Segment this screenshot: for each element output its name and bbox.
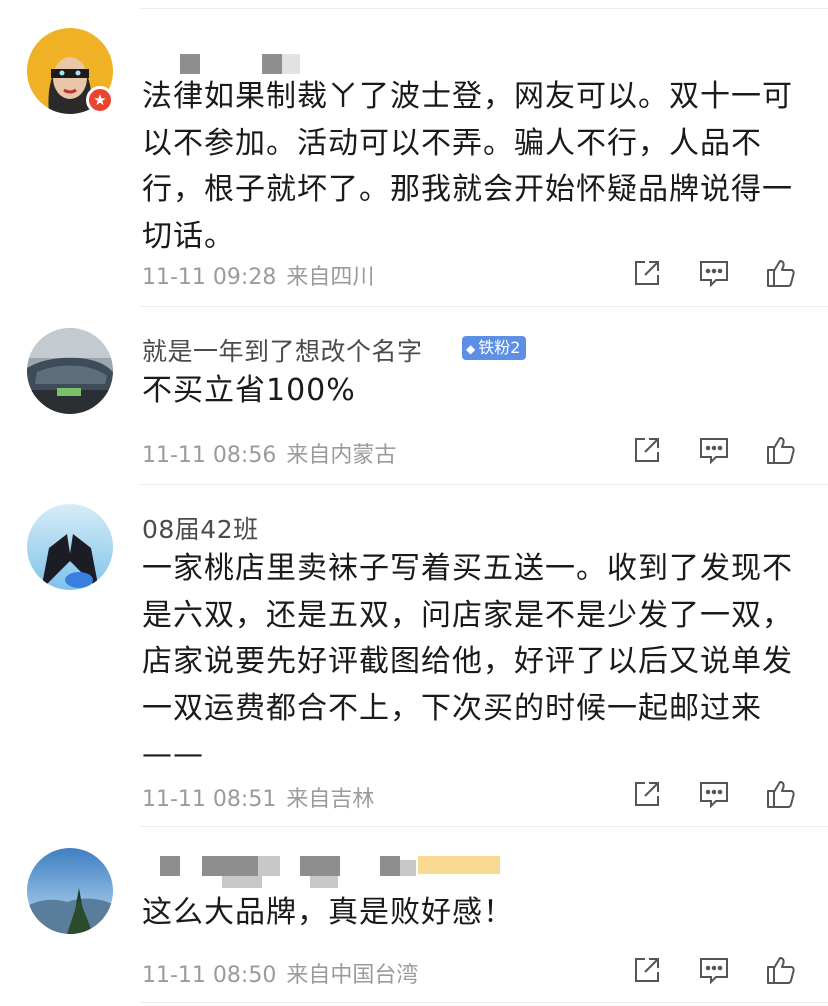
comment-divider xyxy=(140,484,828,485)
comment-location: 来自吉林 xyxy=(286,787,375,812)
comment-time: 11-11 09:28 xyxy=(142,265,277,290)
share-icon[interactable] xyxy=(631,778,663,810)
username-mosaic[interactable] xyxy=(380,856,400,876)
thumbs-up-icon[interactable] xyxy=(765,954,797,986)
comment-text: 法律如果制裁ㄚ了波士登，网友可以。双十一可以不参加。活动可以不弄。骗人不行，人品… xyxy=(142,79,793,254)
username[interactable]: 08届42班 xyxy=(142,510,259,546)
thumbs-up-icon[interactable] xyxy=(765,257,797,289)
avatar[interactable] xyxy=(27,848,113,934)
comment-location: 来自四川 xyxy=(286,265,375,290)
comment-time: 11-11 08:50 xyxy=(142,963,277,988)
username-mosaic[interactable] xyxy=(300,856,340,876)
comment-divider xyxy=(140,306,828,307)
comment-location: 来自内蒙古 xyxy=(286,443,397,468)
avatar[interactable] xyxy=(27,504,113,590)
username-mosaic[interactable] xyxy=(310,876,338,888)
diamond-icon: ◆ xyxy=(466,342,476,356)
share-icon[interactable] xyxy=(631,954,663,986)
comment-icon[interactable] xyxy=(698,778,730,810)
comment-location: 来自中国台湾 xyxy=(286,963,419,988)
thumbs-up-icon[interactable] xyxy=(765,778,797,810)
thumbs-up-icon[interactable] xyxy=(765,434,797,466)
verified-badge-icon: ★ xyxy=(86,86,114,114)
badge-mosaic[interactable] xyxy=(418,856,500,874)
share-icon[interactable] xyxy=(631,257,663,289)
comment-meta: 11-11 08:56 来自内蒙古 xyxy=(142,437,396,469)
share-icon[interactable] xyxy=(631,434,663,466)
username-mosaic[interactable] xyxy=(180,54,200,74)
comment-time: 11-11 08:51 xyxy=(142,787,277,812)
fan-badge[interactable]: ◆ 铁粉2 xyxy=(462,336,527,360)
username[interactable]: 就是一年到了想改个名字 xyxy=(142,332,423,368)
username-mosaic[interactable] xyxy=(222,876,262,888)
username-mosaic[interactable] xyxy=(282,54,300,74)
username-mosaic[interactable] xyxy=(258,856,280,876)
username-mosaic[interactable] xyxy=(262,54,282,74)
username-mosaic[interactable] xyxy=(202,856,258,876)
comment-meta: 11-11 08:51 来自吉林 xyxy=(142,781,374,813)
comment-text: 一家桃店里卖袜子写着买五送一。收到了发现不是六双，还是五双，问店家是不是少发了一… xyxy=(142,551,793,772)
username-mosaic[interactable] xyxy=(160,856,180,876)
fan-badge-label: 铁粉2 xyxy=(478,338,521,357)
comment-meta: 11-11 08:50 来自中国台湾 xyxy=(142,957,418,989)
comment-icon[interactable] xyxy=(698,954,730,986)
comment-time: 11-11 08:56 xyxy=(142,443,277,468)
top-divider xyxy=(140,8,828,9)
comment-meta: 11-11 09:28 来自四川 xyxy=(142,259,374,291)
comment-divider xyxy=(140,826,828,827)
comment-icon[interactable] xyxy=(698,257,730,289)
avatar[interactable] xyxy=(27,328,113,414)
comment-text: 不买立省100% xyxy=(142,373,356,408)
comment-text: 这么大品牌，真是败好感！ xyxy=(142,895,514,930)
username-mosaic[interactable] xyxy=(400,860,416,876)
comment-icon[interactable] xyxy=(698,434,730,466)
comment-divider xyxy=(140,1002,828,1003)
